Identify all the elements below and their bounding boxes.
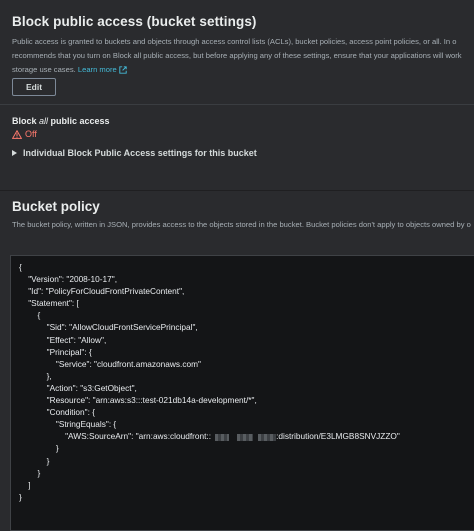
bucket-policy-header: Bucket policy The bucket policy, written… (0, 191, 474, 236)
learn-more-link[interactable]: Learn more (78, 63, 127, 77)
warning-icon (12, 129, 22, 139)
description-line-2: recommends that you turn on Block all pu… (12, 51, 462, 60)
policy-code-editor[interactable]: { "Version": "2008-10-17", "Id": "Policy… (10, 255, 474, 531)
redacted-block (237, 433, 254, 441)
block-public-access-title: Block public access (bucket settings) (12, 14, 257, 29)
code-line: }, (19, 370, 52, 381)
code-line: "Version": "2008-10-17", (19, 274, 118, 285)
code-line: "StringEquals": { (19, 419, 117, 430)
bucket-policy-title: Bucket policy (12, 199, 100, 214)
block-public-access-description: Public access is granted to buckets and … (12, 35, 474, 77)
individual-settings-expander[interactable]: Individual Block Public Access settings … (12, 148, 462, 158)
code-line: { (19, 262, 22, 272)
external-link-icon (119, 66, 127, 74)
code-line-source-arn: "AWS:SourceArn": "arn:aws:cloudfront:::d… (19, 431, 400, 442)
bucket-policy-body: { "Version": "2008-10-17", "Id": "Policy… (0, 236, 474, 531)
code-line: "Id": "PolicyForCloudFrontPrivateContent… (19, 286, 185, 297)
code-line: "Service": "cloudfront.amazonaws.com" (19, 358, 201, 369)
code-line: } (19, 443, 59, 454)
status-off-text: Off (25, 129, 37, 139)
code-line: "Condition": { (19, 407, 95, 418)
edit-button[interactable]: Edit (12, 78, 56, 96)
redacted-block (258, 433, 277, 441)
redacted-block (215, 433, 230, 441)
code-line: "Principal": { (19, 346, 92, 357)
description-line-3: storage use cases. (12, 65, 76, 74)
status-value: Off (12, 129, 462, 139)
code-line: "Effect": "Allow", (19, 334, 107, 345)
bucket-policy-description: The bucket policy, written in JSON, prov… (12, 220, 471, 229)
code-line: ] (19, 479, 31, 490)
description-line-1: Public access is granted to buckets and … (12, 37, 457, 46)
code-line: } (19, 455, 50, 466)
block-all-public-access-section: Block all public access Off Individual B… (0, 105, 474, 191)
code-line: "Statement": [ (19, 298, 79, 309)
block-public-access-panel: Block public access (bucket settings) Pu… (0, 0, 474, 104)
code-line: "Action": "s3:GetObject", (19, 382, 137, 393)
code-line: } (19, 491, 22, 502)
code-line: "Resource": "arn:aws:s3:::test-021db14a-… (19, 395, 257, 406)
learn-more-label: Learn more (77, 65, 117, 74)
code-line: } (19, 467, 41, 478)
code-line: "Sid": "AllowCloudFrontServicePrincipal"… (19, 322, 198, 333)
block-all-public-access-label: Block all public access (12, 116, 110, 126)
expander-label: Individual Block Public Access settings … (23, 148, 257, 158)
code-line: { (19, 310, 41, 321)
caret-right-icon (12, 150, 17, 156)
